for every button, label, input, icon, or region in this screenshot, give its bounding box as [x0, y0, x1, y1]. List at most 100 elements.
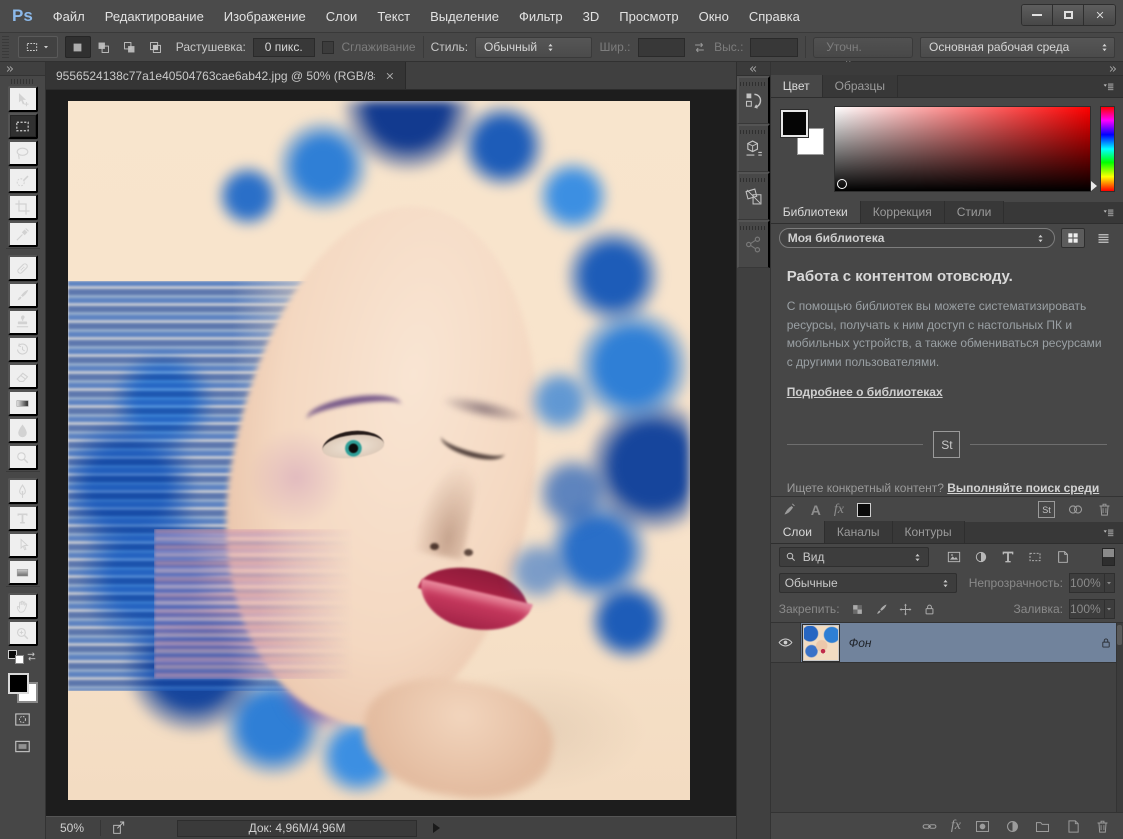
add-layer-style-button[interactable]: fx: [834, 502, 844, 518]
panel-tab[interactable]: Стили: [945, 201, 1005, 223]
history-panel-button[interactable]: [737, 76, 770, 124]
tab-close-icon[interactable]: [385, 71, 395, 81]
color-panel-menu-button[interactable]: [1100, 80, 1117, 93]
blend-mode-select[interactable]: Обычные: [779, 573, 957, 593]
tool-shape[interactable]: [8, 559, 38, 585]
tool-eyedropper[interactable]: [8, 221, 38, 247]
delete-library-item-button[interactable]: [1096, 501, 1113, 518]
swap-colors-icon[interactable]: [25, 650, 38, 663]
list-view-button[interactable]: [1091, 228, 1115, 248]
saturation-brightness-picker[interactable]: [834, 106, 1091, 192]
layer-filter-select[interactable]: Вид: [779, 547, 929, 567]
tool-zoom[interactable]: [8, 620, 38, 646]
tool-move[interactable]: [8, 86, 38, 112]
antialias-checkbox[interactable]: [322, 41, 335, 54]
menu-item[interactable]: Окно: [689, 0, 739, 33]
tool-eraser[interactable]: [8, 363, 38, 389]
tool-spot-healing-brush[interactable]: [8, 255, 38, 281]
lock-paint-button[interactable]: [874, 602, 889, 617]
tool-brush[interactable]: [8, 282, 38, 308]
menu-item[interactable]: Редактирование: [95, 0, 214, 33]
lock-all-button[interactable]: [922, 602, 937, 617]
filter-pixel-layers-button[interactable]: [943, 547, 966, 567]
menu-item[interactable]: Текст: [367, 0, 420, 33]
panel-tab[interactable]: Образцы: [823, 75, 898, 97]
close-button[interactable]: [1084, 5, 1115, 25]
workspace-select[interactable]: Основная рабочая среда: [920, 37, 1115, 58]
tool-type[interactable]: [8, 505, 38, 531]
menu-item[interactable]: Файл: [43, 0, 95, 33]
adobe-stock-button[interactable]: St: [1038, 501, 1055, 518]
status-menu-arrow-icon[interactable]: [433, 823, 440, 833]
tool-quick-selection[interactable]: [8, 167, 38, 193]
learn-more-link[interactable]: Подробнее о библиотеках: [787, 385, 943, 399]
dock-collapse-button[interactable]: [737, 62, 770, 76]
fill-caret[interactable]: [1104, 600, 1114, 618]
add-fill-color-button[interactable]: [857, 503, 871, 517]
filter-adjustment-layers-button[interactable]: [970, 547, 993, 567]
opacity-field[interactable]: 100%: [1069, 573, 1115, 593]
minimize-button[interactable]: [1022, 5, 1053, 25]
quick-mask-button[interactable]: [10, 708, 36, 730]
panel-tab[interactable]: Цвет: [771, 75, 823, 97]
layer-name[interactable]: Фон: [849, 636, 872, 650]
new-group-button[interactable]: [1034, 818, 1051, 835]
layers-scrollbar[interactable]: [1116, 623, 1123, 812]
foreground-color-swatch[interactable]: [781, 110, 808, 137]
layer-visibility-button[interactable]: [771, 623, 801, 662]
document-tab[interactable]: 9556524138c77a1e40504763cae6ab42.jpg @ 5…: [46, 62, 406, 89]
color-picker-handle[interactable]: [837, 179, 847, 189]
document-size-field[interactable]: Док: 4,96М/4,96М: [177, 820, 417, 837]
new-layer-button[interactable]: [1064, 818, 1081, 835]
grid-view-button[interactable]: [1061, 228, 1085, 248]
panels-collapse-button[interactable]: [771, 62, 1123, 76]
layers-panel-menu-button[interactable]: [1100, 526, 1117, 539]
new-selection-button[interactable]: [65, 36, 91, 58]
tool-pen[interactable]: [8, 478, 38, 504]
tool-hand[interactable]: [8, 593, 38, 619]
tool-rectangular-marquee[interactable]: [8, 113, 38, 139]
panel-tab[interactable]: Библиотеки: [771, 201, 861, 223]
intersect-selection-button[interactable]: [143, 36, 169, 58]
filter-shape-layers-button[interactable]: [1024, 547, 1047, 567]
new-adjustment-layer-button[interactable]: [1004, 818, 1021, 835]
panel-tab[interactable]: Каналы: [825, 521, 893, 543]
swap-dimensions-icon[interactable]: [692, 40, 707, 55]
panel-tab[interactable]: Контуры: [893, 521, 965, 543]
library-select[interactable]: Моя библиотека: [779, 228, 1055, 248]
feather-input[interactable]: 0 пикс.: [253, 38, 315, 57]
canvas-image[interactable]: [68, 101, 690, 800]
tool-blur[interactable]: [8, 417, 38, 443]
creative-cloud-sync-button[interactable]: [1067, 501, 1084, 518]
fill-field[interactable]: 100%: [1069, 599, 1115, 619]
menu-item[interactable]: Слои: [316, 0, 368, 33]
tool-clone-stamp[interactable]: [8, 309, 38, 335]
menu-item[interactable]: Просмотр: [609, 0, 688, 33]
layer-thumbnail[interactable]: [803, 625, 839, 661]
refine-edge-button[interactable]: Уточн. край...: [813, 37, 913, 58]
panel-tab[interactable]: Коррекция: [861, 201, 945, 223]
link-layers-button[interactable]: [921, 818, 938, 835]
menu-item[interactable]: Справка: [739, 0, 810, 33]
add-graphic-button[interactable]: [781, 501, 798, 518]
layer-row-content[interactable]: Фон: [801, 623, 1123, 662]
artboards-panel-button[interactable]: [737, 172, 770, 220]
tool-lasso[interactable]: [8, 140, 38, 166]
share-panel-button[interactable]: [737, 220, 770, 268]
subtract-from-selection-button[interactable]: [117, 36, 143, 58]
foreground-color-swatch[interactable]: [8, 673, 29, 694]
maximize-button[interactable]: [1053, 5, 1084, 25]
options-grip-handle[interactable]: [2, 36, 9, 58]
layer-filter-toggle[interactable]: [1102, 548, 1115, 566]
opacity-caret[interactable]: [1104, 574, 1114, 592]
height-input[interactable]: [750, 38, 798, 57]
Фон[interactable]: Фон: [771, 623, 1123, 663]
tool-crop[interactable]: [8, 194, 38, 220]
style-select[interactable]: Обычный: [475, 37, 592, 58]
screen-mode-button[interactable]: [10, 735, 36, 757]
hue-slider[interactable]: [1100, 106, 1115, 192]
add-character-style-button[interactable]: A: [811, 502, 821, 518]
filter-type-layers-button[interactable]: [997, 547, 1020, 567]
width-input[interactable]: [638, 38, 686, 57]
libraries-panel-menu-button[interactable]: [1100, 206, 1117, 219]
